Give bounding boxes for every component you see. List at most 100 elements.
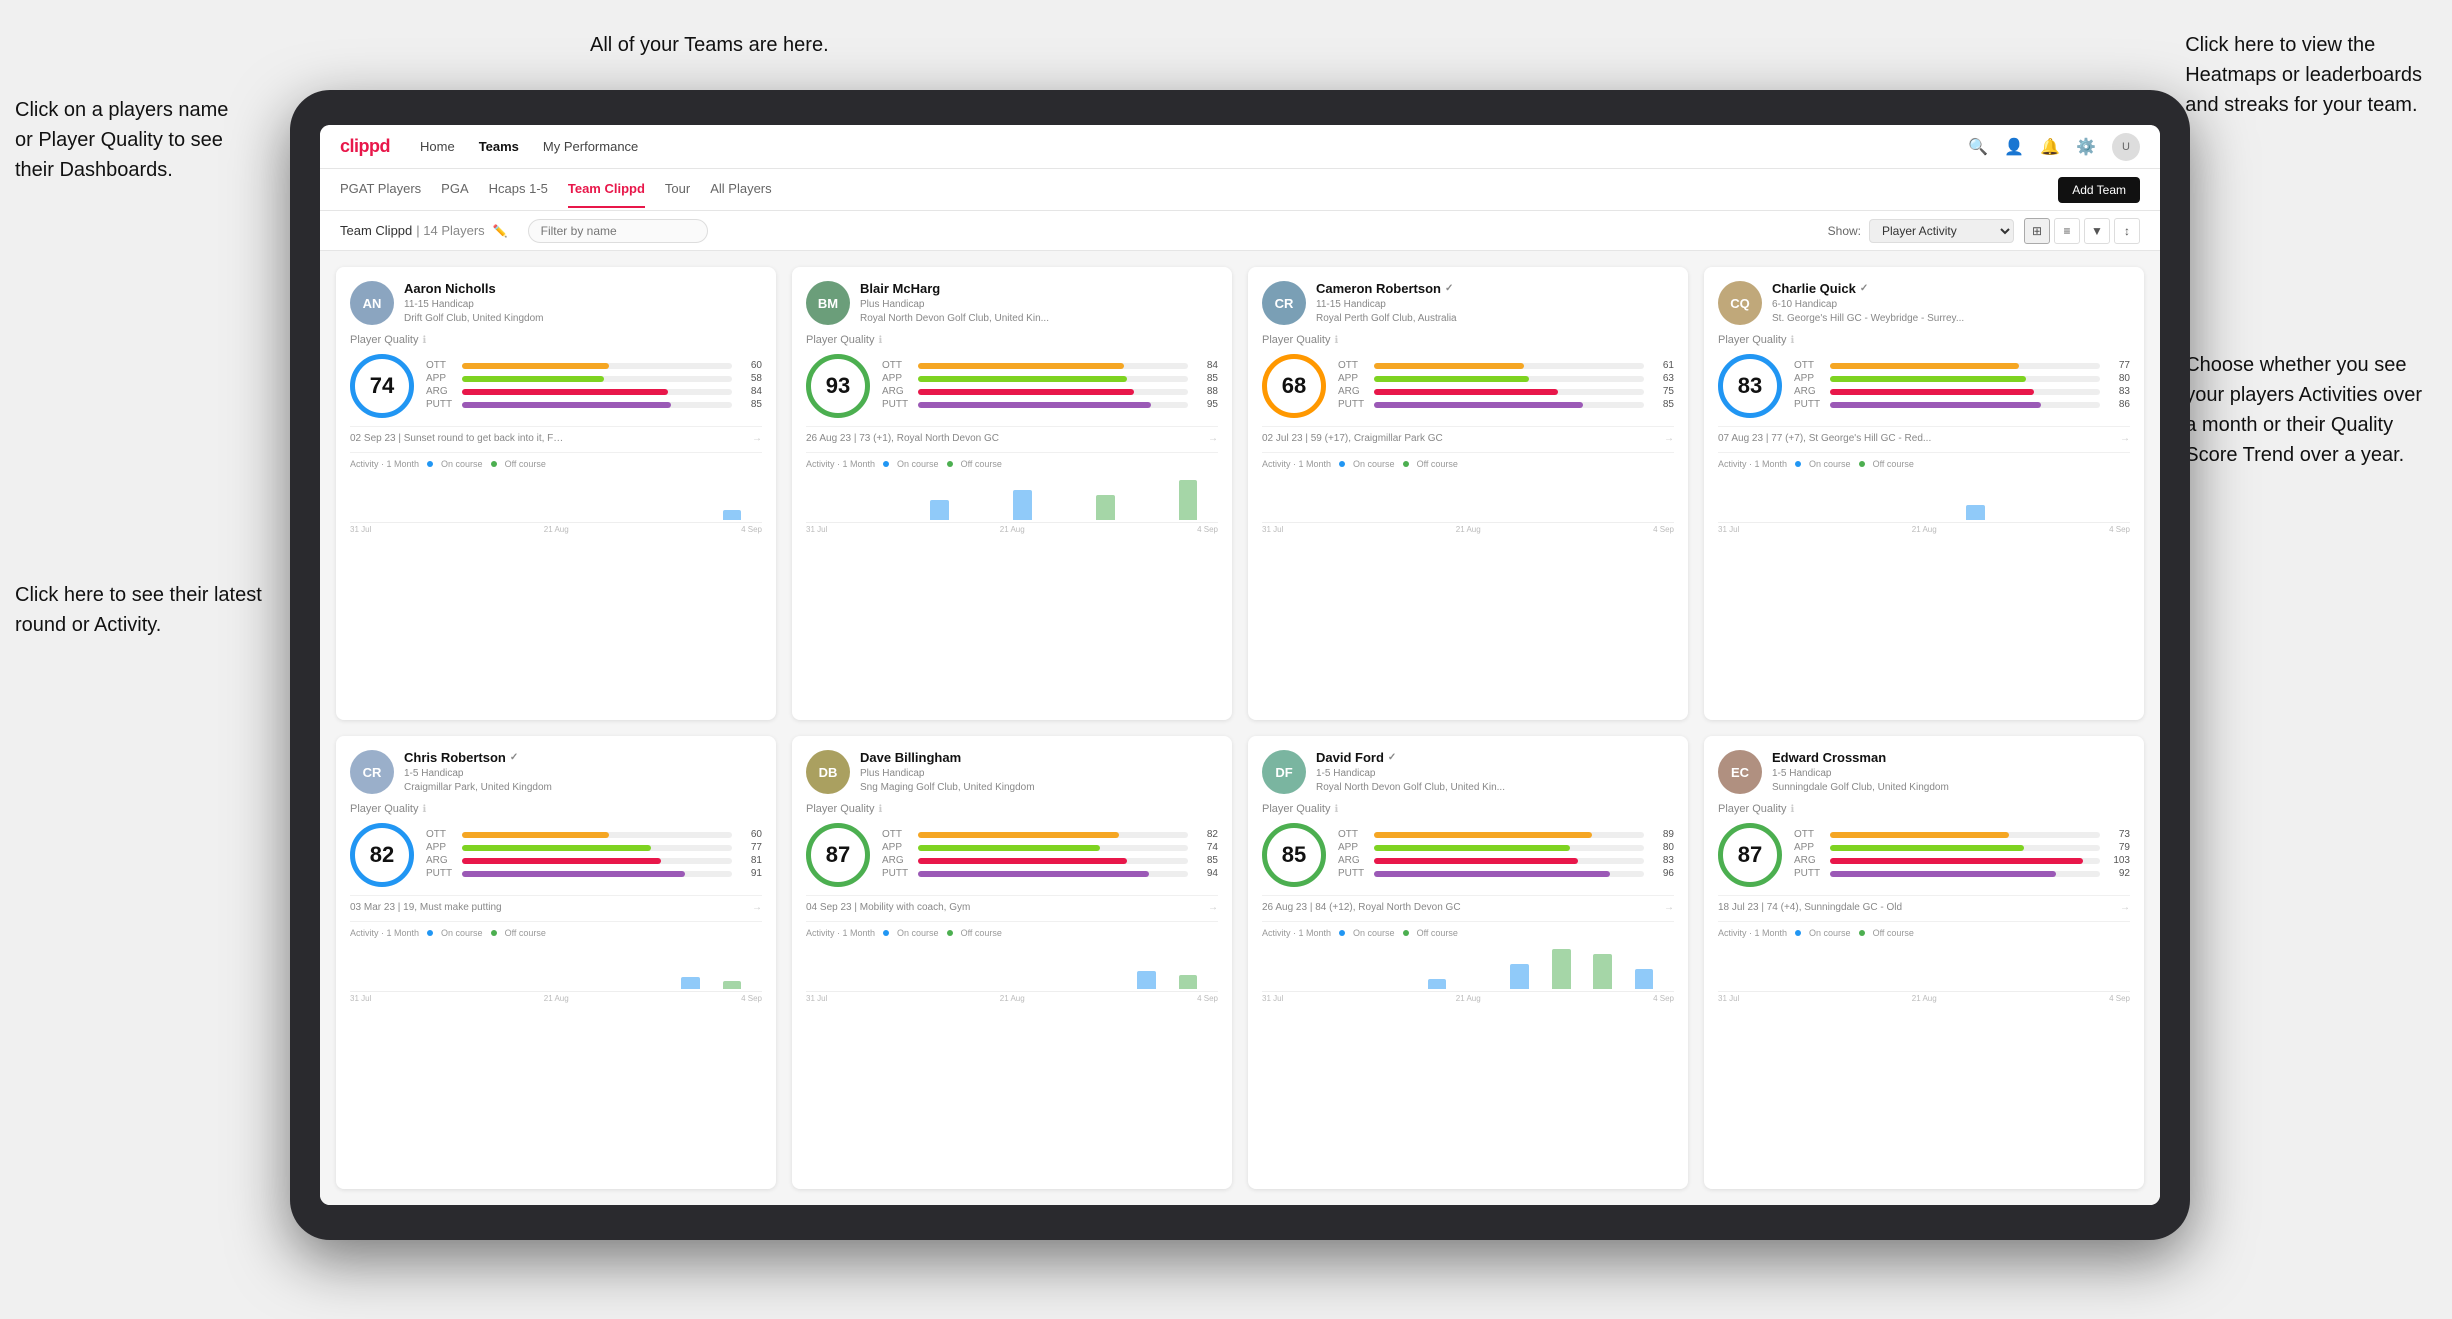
- player-name[interactable]: Cameron Robertson ✓: [1316, 281, 1674, 296]
- settings-icon[interactable]: ⚙️: [2076, 137, 2096, 157]
- add-team-button[interactable]: Add Team: [2058, 177, 2140, 203]
- stat-bar-putt: [918, 402, 1151, 408]
- off-course-dot: [947, 930, 953, 936]
- mini-chart: [350, 942, 762, 992]
- player-card[interactable]: DB Dave Billingham Plus HandicapSng Magi…: [792, 736, 1232, 1189]
- player-card[interactable]: CQ Charlie Quick ✓ 6-10 HandicapSt. Geor…: [1704, 267, 2144, 720]
- chart-dates: 31 Jul 21 Aug 4 Sep: [350, 994, 762, 1003]
- last-round[interactable]: 02 Sep 23 | Sunset round to get back int…: [350, 426, 762, 444]
- off-course-dot: [491, 930, 497, 936]
- stat-bar-app: [1830, 845, 2024, 851]
- date-start: 31 Jul: [806, 994, 827, 1003]
- last-round[interactable]: 07 Aug 23 | 77 (+7), St George's Hill GC…: [1718, 426, 2130, 444]
- quality-score[interactable]: 74: [350, 354, 414, 418]
- last-round[interactable]: 02 Jul 23 | 59 (+17), Craigmillar Park G…: [1262, 426, 1674, 444]
- quality-score[interactable]: 87: [806, 823, 870, 887]
- list-view-button[interactable]: ≡: [2054, 218, 2080, 244]
- card-header: CR Cameron Robertson ✓ 11-15 HandicapRoy…: [1262, 281, 1674, 326]
- activity-label: Activity · 1 Month On course Off course: [350, 928, 762, 938]
- subnav-allplayers[interactable]: All Players: [710, 171, 771, 208]
- bell-icon[interactable]: 🔔: [2040, 137, 2060, 157]
- stat-label-ott: OTT: [1794, 829, 1824, 840]
- sort-button[interactable]: ↕: [2114, 218, 2140, 244]
- on-course-dot: [427, 461, 433, 467]
- stat-bar-container-app: [918, 376, 1188, 382]
- last-round[interactable]: 26 Aug 23 | 73 (+1), Royal North Devon G…: [806, 426, 1218, 444]
- player-name[interactable]: Dave Billingham: [860, 750, 1218, 765]
- chart-dates: 31 Jul 21 Aug 4 Sep: [1262, 525, 1674, 534]
- subnav-tour[interactable]: Tour: [665, 171, 690, 208]
- quality-label: Player Quality ℹ: [1718, 803, 2130, 815]
- player-card[interactable]: DF David Ford ✓ 1-5 HandicapRoyal North …: [1248, 736, 1688, 1189]
- card-header: CR Chris Robertson ✓ 1-5 HandicapCraigmi…: [350, 750, 762, 795]
- search-input[interactable]: [528, 219, 708, 243]
- filter-button[interactable]: ▼: [2084, 218, 2110, 244]
- nav-links: Home Teams My Performance: [420, 139, 638, 154]
- last-round[interactable]: 26 Aug 23 | 84 (+12), Royal North Devon …: [1262, 895, 1674, 913]
- quality-score[interactable]: 68: [1262, 354, 1326, 418]
- quality-score[interactable]: 85: [1262, 823, 1326, 887]
- player-card[interactable]: BM Blair McHarg Plus HandicapRoyal North…: [792, 267, 1232, 720]
- quality-label: Player Quality ℹ: [1718, 334, 2130, 346]
- stat-label-ott: OTT: [882, 360, 912, 371]
- on-course-label: On course: [897, 928, 939, 938]
- player-name[interactable]: Blair McHarg: [860, 281, 1218, 296]
- info-icon: ℹ: [878, 335, 882, 346]
- mini-bar: [1510, 964, 1529, 989]
- search-icon[interactable]: 🔍: [1968, 137, 1988, 157]
- quality-score[interactable]: 82: [350, 823, 414, 887]
- date-mid: 21 Aug: [1456, 994, 1481, 1003]
- chart-dates: 31 Jul 21 Aug 4 Sep: [1718, 994, 2130, 1003]
- nav-link-myperformance[interactable]: My Performance: [543, 139, 638, 154]
- player-meta: 6-10 HandicapSt. George's Hill GC - Weyb…: [1772, 298, 2130, 326]
- subnav-hcaps[interactable]: Hcaps 1-5: [489, 171, 548, 208]
- stat-bar-putt: [462, 402, 671, 408]
- last-round[interactable]: 03 Mar 23 | 19, Must make putting →: [350, 895, 762, 913]
- stat-label-ott: OTT: [1338, 360, 1368, 371]
- player-name[interactable]: David Ford ✓: [1316, 750, 1674, 765]
- player-meta: Plus HandicapSng Maging Golf Club, Unite…: [860, 767, 1218, 795]
- activity-section: Activity · 1 Month On course Off course …: [350, 452, 762, 534]
- quality-score[interactable]: 93: [806, 354, 870, 418]
- player-card[interactable]: EC Edward Crossman 1-5 HandicapSunningda…: [1704, 736, 2144, 1189]
- stat-label-putt: PUTT: [426, 868, 456, 879]
- nav-link-home[interactable]: Home: [420, 139, 455, 154]
- last-round[interactable]: 04 Sep 23 | Mobility with coach, Gym →: [806, 895, 1218, 913]
- show-select[interactable]: Player Activity Quality Score Trend: [1869, 219, 2014, 243]
- player-card[interactable]: CR Cameron Robertson ✓ 11-15 HandicapRoy…: [1248, 267, 1688, 720]
- player-card[interactable]: AN Aaron Nicholls 11-15 HandicapDrift Go…: [336, 267, 776, 720]
- off-course-label: Off course: [505, 928, 546, 938]
- avatar[interactable]: U: [2112, 133, 2140, 161]
- off-course-dot: [1859, 930, 1865, 936]
- on-course-dot: [1795, 461, 1801, 467]
- nav-link-teams[interactable]: Teams: [479, 139, 519, 154]
- subnav-teamclippd[interactable]: Team Clippd: [568, 171, 645, 208]
- chart-dates: 31 Jul 21 Aug 4 Sep: [1718, 525, 2130, 534]
- info-icon: ℹ: [1790, 804, 1794, 815]
- player-name[interactable]: Edward Crossman: [1772, 750, 2130, 765]
- stat-bar-ott: [918, 363, 1124, 369]
- date-end: 4 Sep: [1197, 525, 1218, 534]
- player-name[interactable]: Charlie Quick ✓: [1772, 281, 2130, 296]
- stat-value-putt: 96: [1650, 868, 1674, 879]
- person-icon[interactable]: 👤: [2004, 137, 2024, 157]
- player-name[interactable]: Aaron Nicholls: [404, 281, 762, 296]
- grid-view-button[interactable]: ⊞: [2024, 218, 2050, 244]
- on-course-label: On course: [441, 459, 483, 469]
- quality-row: 87 OTT 82 APP: [806, 823, 1218, 887]
- last-round[interactable]: 18 Jul 23 | 74 (+4), Sunningdale GC - Ol…: [1718, 895, 2130, 913]
- player-name[interactable]: Chris Robertson ✓: [404, 750, 762, 765]
- edit-icon[interactable]: ✏️: [493, 224, 508, 238]
- quality-score[interactable]: 87: [1718, 823, 1782, 887]
- annotation-top-center: All of your Teams are here.: [590, 30, 829, 60]
- quality-score[interactable]: 83: [1718, 354, 1782, 418]
- activity-section: Activity · 1 Month On course Off course …: [1262, 921, 1674, 1003]
- player-card[interactable]: CR Chris Robertson ✓ 1-5 HandicapCraigmi…: [336, 736, 776, 1189]
- stat-bar-container-arg: [918, 389, 1188, 395]
- subnav-pga[interactable]: PGA: [441, 171, 468, 208]
- card-header: EC Edward Crossman 1-5 HandicapSunningda…: [1718, 750, 2130, 795]
- stat-value-ott: 77: [2106, 360, 2130, 371]
- mini-bar: [1179, 975, 1198, 989]
- subnav-pgat[interactable]: PGAT Players: [340, 171, 421, 208]
- stat-bar-container-ott: [1374, 832, 1644, 838]
